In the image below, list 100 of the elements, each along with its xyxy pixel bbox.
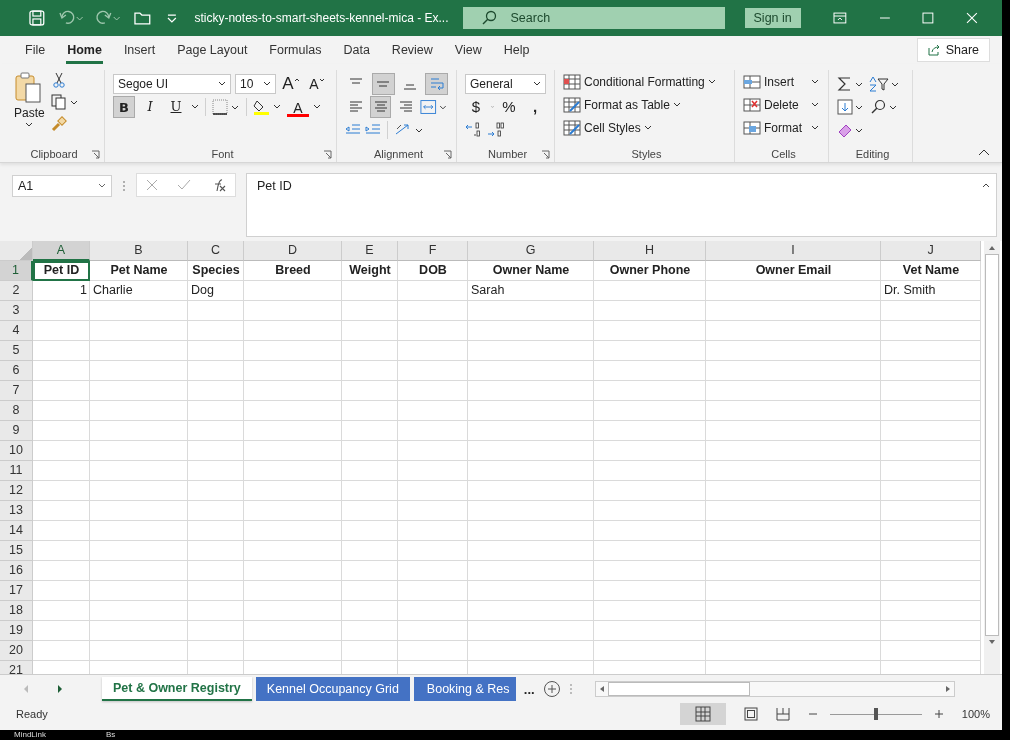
ribbon-tab[interactable]: Formulas [258, 36, 333, 64]
close-icon[interactable] [966, 12, 979, 24]
cells-button[interactable]: Delete [743, 95, 820, 115]
dialog-launcher-icon[interactable] [323, 149, 332, 159]
row-header[interactable]: 10 [0, 441, 33, 461]
copy-icon[interactable] [50, 94, 79, 110]
row-header[interactable]: 14 [0, 521, 33, 541]
column-header[interactable]: D [244, 241, 342, 261]
next-sheet-icon[interactable] [56, 684, 64, 694]
column-header[interactable]: F [398, 241, 468, 261]
ribbon-tab[interactable]: Home [56, 36, 113, 64]
sheet-tab[interactable]: Kennel Occupancy Grid [255, 677, 410, 701]
cells-button[interactable]: Format [743, 118, 820, 138]
column-header[interactable]: A [33, 241, 90, 261]
vertical-scrollbar[interactable] [984, 241, 1000, 674]
percent-button[interactable]: % [498, 95, 520, 118]
font-name-field[interactable]: Segoe UI [113, 73, 232, 94]
column-header[interactable]: B [90, 241, 188, 261]
font-style-button[interactable]: I [139, 95, 161, 118]
sort-filter-icon[interactable] [869, 75, 899, 92]
undo-icon[interactable] [57, 9, 84, 27]
styles-button[interactable]: Cell Styles [563, 118, 726, 138]
scroll-right-icon[interactable] [944, 685, 951, 693]
column-header[interactable]: E [342, 241, 398, 261]
redo-icon[interactable] [95, 9, 121, 27]
caret-icon[interactable] [313, 103, 321, 110]
row-header[interactable]: 12 [0, 481, 33, 501]
scroll-down-icon[interactable] [988, 639, 996, 645]
row-header[interactable]: 2 [0, 281, 33, 301]
ribbon-tab[interactable]: File [14, 36, 57, 64]
paste-button[interactable]: Paste [14, 72, 45, 132]
search-icon[interactable] [869, 98, 899, 115]
scrollbar-thumb[interactable] [607, 682, 750, 696]
save-icon[interactable] [28, 9, 46, 27]
row-header[interactable]: 7 [0, 381, 33, 401]
styles-button[interactable]: Format as Table [563, 95, 726, 115]
horizontal-scrollbar[interactable] [594, 681, 955, 697]
row-header[interactable]: 11 [0, 461, 33, 481]
comma-style-button[interactable]: , [524, 95, 546, 118]
merge-center-icon[interactable] [420, 98, 448, 115]
page-break-icon[interactable] [775, 707, 790, 721]
column-header[interactable]: C [188, 241, 244, 261]
more-sheets-button[interactable]: ... [523, 681, 535, 697]
formula-field[interactable]: Pet ID [246, 173, 997, 237]
column-header[interactable]: I [706, 241, 881, 261]
row-header[interactable]: 20 [0, 641, 33, 661]
row-header[interactable]: 3 [0, 301, 33, 321]
font-style-button[interactable]: B [113, 95, 135, 118]
increase-font-button[interactable]: A [280, 72, 302, 95]
scroll-left-icon[interactable] [598, 685, 605, 693]
page-layout-icon[interactable] [743, 707, 758, 721]
format-painter-icon[interactable] [50, 116, 67, 132]
normal-view-icon[interactable] [679, 703, 726, 725]
column-header[interactable]: J [881, 241, 981, 261]
vertical-align-button[interactable] [371, 72, 395, 95]
number-format-field[interactable]: General [465, 73, 546, 94]
styles-button[interactable]: Conditional Formatting [563, 72, 726, 92]
row-header[interactable]: 19 [0, 621, 33, 641]
maximize-icon[interactable] [922, 12, 935, 24]
dialog-launcher-icon[interactable] [91, 149, 100, 159]
cells-button[interactable]: Insert [743, 72, 820, 92]
row-header[interactable]: 16 [0, 561, 33, 581]
zoom-percent[interactable]: 100% [961, 708, 990, 720]
sign-in-button[interactable]: Sign in [744, 8, 801, 28]
row-header[interactable]: 18 [0, 601, 33, 621]
row-header[interactable]: 21 [0, 661, 33, 674]
collapse-icon[interactable] [982, 182, 990, 188]
autosum-icon[interactable] [837, 75, 865, 92]
decrease-font-button[interactable]: A [306, 72, 328, 95]
share-button[interactable]: Share [916, 38, 990, 62]
search-field[interactable]: Search [462, 7, 725, 29]
row-header[interactable]: 9 [0, 421, 33, 441]
folder-icon[interactable] [132, 9, 153, 27]
scrollbar-thumb[interactable] [985, 254, 999, 636]
ribbon-tab[interactable]: Help [492, 36, 541, 64]
font-size-field[interactable]: 10 [235, 73, 276, 94]
increase-decimal-icon[interactable] [465, 121, 483, 138]
dialog-launcher-icon[interactable] [443, 149, 452, 159]
cut-icon[interactable] [50, 72, 67, 88]
row-header[interactable]: 5 [0, 341, 33, 361]
row-header[interactable]: 17 [0, 581, 33, 601]
row-header[interactable]: 4 [0, 321, 33, 341]
ribbon-tab[interactable]: View [443, 36, 493, 64]
ribbon-tab[interactable]: Insert [112, 36, 167, 64]
dialog-launcher-icon[interactable] [541, 149, 550, 159]
fill-down-icon[interactable] [837, 98, 865, 115]
currency-button[interactable]: $ [465, 95, 487, 118]
zoom-slider-thumb[interactable] [873, 708, 878, 720]
horizontal-align-button[interactable] [370, 95, 392, 118]
borders-icon[interactable] [212, 98, 240, 115]
ribbon-tab[interactable]: Review [380, 36, 444, 64]
caret-icon[interactable] [191, 103, 199, 110]
collapse-ribbon-icon[interactable] [978, 148, 990, 156]
row-header[interactable]: 15 [0, 541, 33, 561]
font-color-button[interactable]: A [287, 96, 309, 117]
ribbon-tab[interactable]: Data [332, 36, 381, 64]
row-header[interactable]: 1 [0, 261, 33, 281]
add-sheet-icon[interactable] [542, 680, 561, 698]
scroll-up-icon[interactable] [988, 245, 996, 251]
ribbon-tab[interactable]: Page Layout [166, 36, 259, 64]
